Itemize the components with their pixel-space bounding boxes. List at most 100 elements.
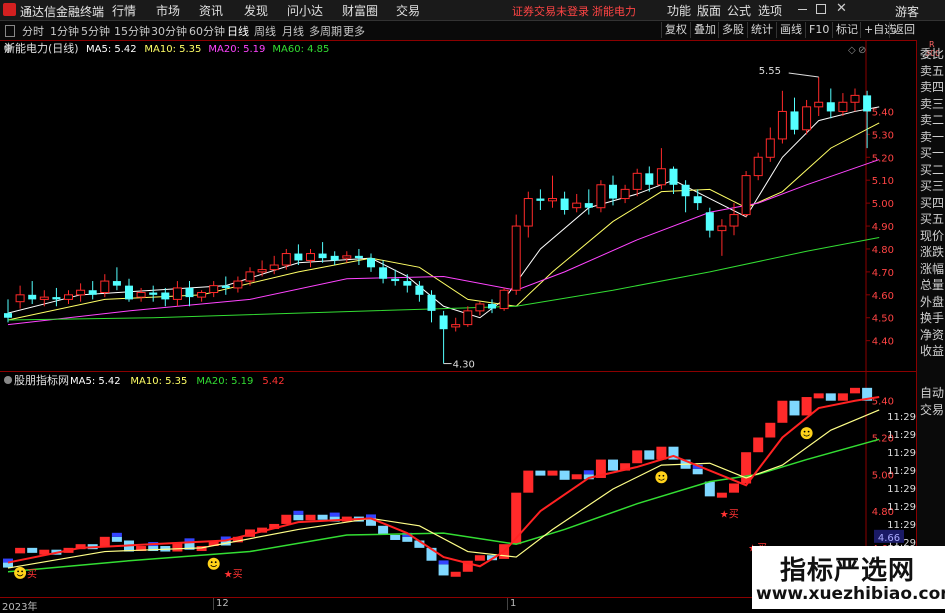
candle-body-down xyxy=(185,287,194,298)
quote-field-4[interactable]: 卖二 xyxy=(920,111,944,128)
tool-button-4[interactable]: 画线 xyxy=(776,22,805,38)
candle-body-down xyxy=(681,184,690,197)
quote-field-11[interactable]: 现价 xyxy=(920,227,944,244)
indicator-bar xyxy=(511,492,522,545)
app-title: 通达信金融终端 xyxy=(20,5,105,19)
quote-field-9[interactable]: 买四 xyxy=(920,194,944,211)
timeframe-0[interactable]: 分时 xyxy=(22,23,44,39)
tool-button-1[interactable]: 叠加 xyxy=(690,22,719,38)
indicator-bar xyxy=(15,547,26,554)
candle-body-up xyxy=(729,214,739,227)
candle-body-down xyxy=(28,294,37,300)
timeframe-7[interactable]: 周线 xyxy=(254,23,276,39)
menu-right-item-2[interactable]: 公式 xyxy=(727,2,751,19)
candle-body-down xyxy=(161,292,170,300)
candle-body-up xyxy=(233,280,243,289)
menu-right-item-0[interactable]: 功能 xyxy=(667,2,691,19)
tool-button-8[interactable]: 返回 xyxy=(889,22,918,38)
main-legend-item-2: MA20: 5.19 xyxy=(208,44,265,55)
candle-body-down xyxy=(427,294,436,311)
current-stock[interactable]: 浙能电力 xyxy=(592,3,636,19)
candle-body-up xyxy=(197,292,207,298)
quote-field-14[interactable]: 总量 xyxy=(920,276,944,293)
candle-body-up xyxy=(802,106,812,131)
time-tick: 11:29 xyxy=(887,430,916,441)
menu-right-item-1[interactable]: 版面 xyxy=(697,2,721,19)
menu-right-item-3[interactable]: 选项 xyxy=(758,2,782,19)
menu-item-5[interactable]: 财富圈 xyxy=(342,2,378,19)
timeframe-6[interactable]: 日线 xyxy=(227,23,249,39)
quote-field-2[interactable]: 卖四 xyxy=(920,78,944,95)
timeframe-5[interactable]: 60分钟 xyxy=(189,23,225,39)
indicator-bar xyxy=(837,393,848,401)
maximize-icon[interactable] xyxy=(816,4,826,14)
indicator-bar xyxy=(535,470,546,476)
quote-field-7[interactable]: 买二 xyxy=(920,161,944,178)
quote-field-12[interactable]: 涨跌 xyxy=(920,243,944,260)
close-icon[interactable]: ✕ xyxy=(836,1,847,16)
quote-field-15[interactable]: 外盘 xyxy=(920,293,944,310)
candle-body-up xyxy=(451,324,461,328)
quote-field-6[interactable]: 买一 xyxy=(920,144,944,161)
quote-field-1[interactable]: 卖五 xyxy=(920,62,944,79)
menu-item-2[interactable]: 资讯 xyxy=(199,2,223,19)
quote-field-8[interactable]: 买三 xyxy=(920,177,944,194)
candle-body-up xyxy=(499,289,509,310)
price-label: 5.00 xyxy=(872,199,894,210)
timeframe-1[interactable]: 1分钟 xyxy=(50,23,79,39)
timeframe-2[interactable]: 5分钟 xyxy=(81,23,110,39)
sub-legend: 股朋指标网 MA5: 5.42 MA10: 5.35 MA20: 5.19 5.42 xyxy=(4,373,285,387)
price-label: 4.50 xyxy=(872,314,894,325)
main-legend: 浙能电力(日线) MA5: 5.42 MA10: 5.35 MA20: 5.19 MA6… xyxy=(4,41,329,55)
timeframe-4[interactable]: 30分钟 xyxy=(151,23,187,39)
timeframe-10[interactable]: 更多 xyxy=(343,23,365,39)
minimize-icon[interactable] xyxy=(798,9,807,10)
smiley-face xyxy=(14,566,27,579)
candle-body-down xyxy=(439,315,448,330)
indicator-bar xyxy=(741,452,752,484)
quote-field-10[interactable]: 买五 xyxy=(920,210,944,227)
smiley-face xyxy=(655,471,668,484)
guest-label[interactable]: 游客 xyxy=(895,3,919,20)
quote-field-3[interactable]: 卖三 xyxy=(920,95,944,112)
tool-button-2[interactable]: 多股 xyxy=(718,22,747,38)
timeframe-3[interactable]: 15分钟 xyxy=(114,23,150,39)
indicator-bar xyxy=(281,514,292,524)
candle-body-up xyxy=(596,184,606,209)
candle-body-up xyxy=(814,101,824,108)
indicator-bar xyxy=(450,571,461,577)
login-notice[interactable]: 证券交易未登录 xyxy=(512,3,589,19)
quote-field-0[interactable]: 委比 xyxy=(920,45,944,62)
collapse-icon[interactable] xyxy=(5,25,15,37)
tool-button-3[interactable]: 统计 xyxy=(747,22,776,38)
quote-field-5[interactable]: 卖一 xyxy=(920,128,944,145)
menu-item-3[interactable]: 发现 xyxy=(244,2,268,19)
indicator-bar xyxy=(3,562,13,568)
timeframe-9[interactable]: 多周期 xyxy=(309,23,342,39)
indicator-bar xyxy=(27,547,38,553)
candle-body-up xyxy=(281,253,291,266)
tool-button-5[interactable]: F10 xyxy=(805,22,832,38)
menu-item-0[interactable]: 行情 xyxy=(112,2,136,19)
price-label: 4.70 xyxy=(872,268,894,279)
price-label: 5.20 xyxy=(872,153,894,164)
tool-button-0[interactable]: 复权 xyxy=(661,22,690,38)
auto-trade-label[interactable]: 自动 xyxy=(920,384,944,401)
candle-body-down xyxy=(367,258,375,268)
candle-body-up xyxy=(765,138,775,158)
menu-item-4[interactable]: 问小达 xyxy=(287,2,323,19)
timeframe-8[interactable]: 月线 xyxy=(282,23,304,39)
candle-body-down xyxy=(391,278,400,282)
price-label: 4.60 xyxy=(872,291,894,302)
quote-field-17[interactable]: 净资 xyxy=(920,326,944,343)
quote-field-16[interactable]: 换手 xyxy=(920,309,944,326)
quote-field-13[interactable]: 涨幅 xyxy=(920,260,944,277)
auto-trade-label-2[interactable]: 交易 xyxy=(920,401,944,418)
menu-item-1[interactable]: 市场 xyxy=(156,2,180,19)
menu-item-6[interactable]: 交易 xyxy=(396,2,420,19)
quote-field-18[interactable]: 收益 xyxy=(920,342,944,359)
marker-label: 4.66 xyxy=(878,533,900,544)
candlestick-chart[interactable]: 5.40 5.30 5.20 5.10 5.00 4.90 4.80 4.70 4.60 4.50… xyxy=(0,41,916,371)
indicator-bar xyxy=(716,492,727,498)
tool-button-6[interactable]: 标记 xyxy=(832,22,861,38)
